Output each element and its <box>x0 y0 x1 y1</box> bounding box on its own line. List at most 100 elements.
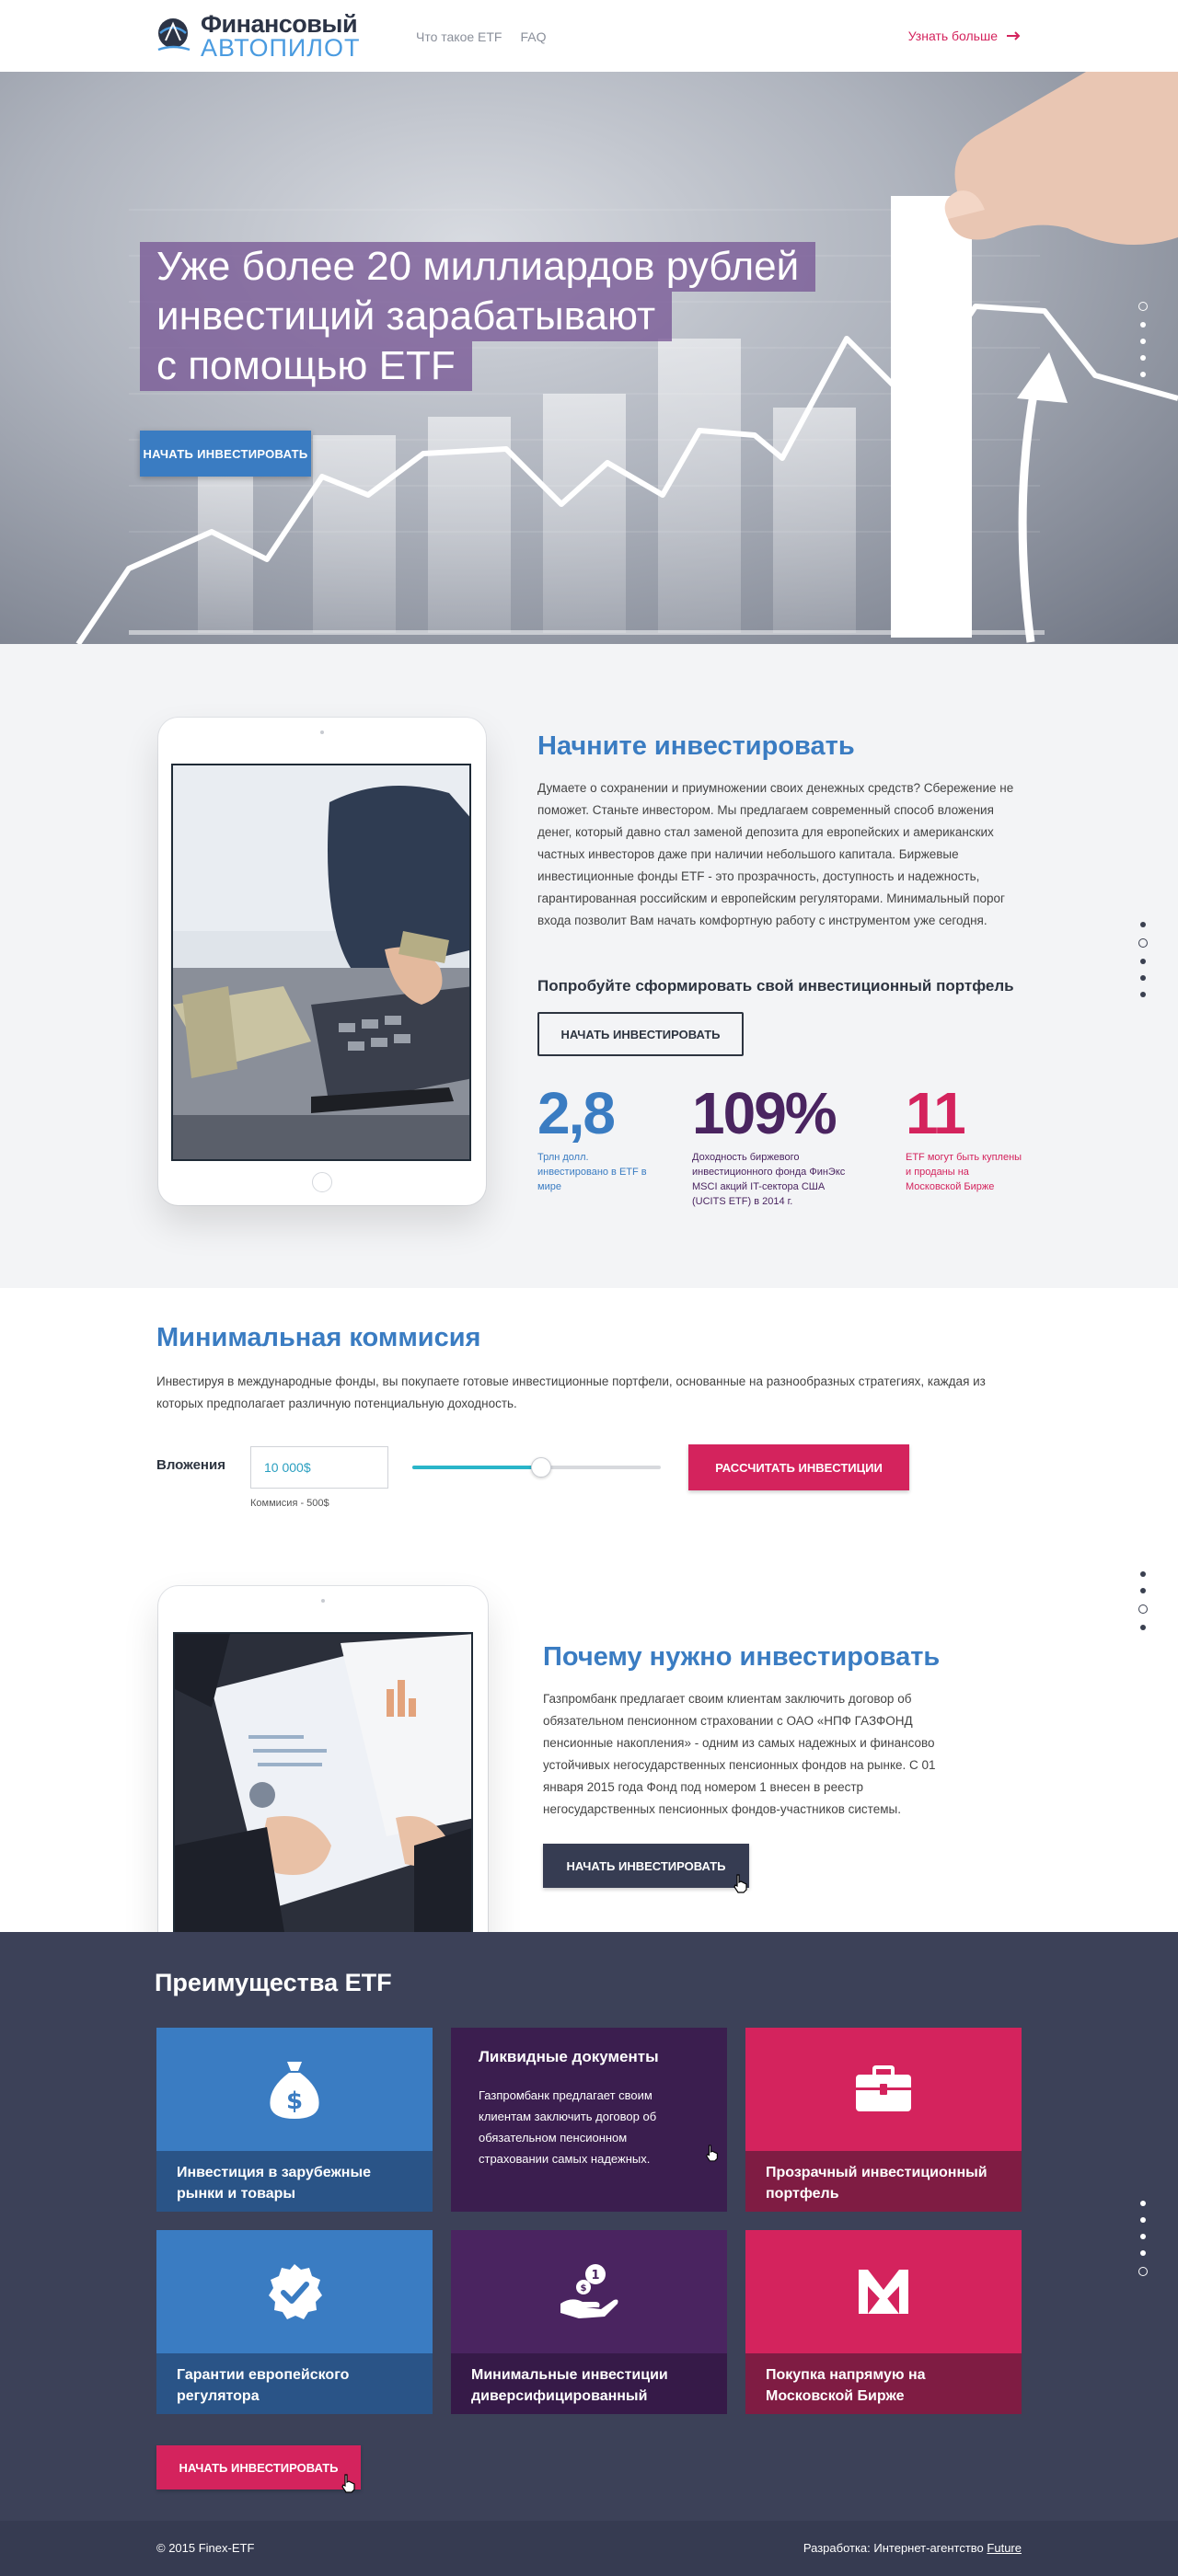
advantage-card[interactable]: Покупка напрямую на Московской Бирже <box>745 2230 1022 2414</box>
logo-subtitle: АВТОПИЛОТ <box>201 33 361 62</box>
slider-fill <box>412 1466 542 1469</box>
commission-section: Минимальная коммисия Инвестируя в междун… <box>0 1288 1178 1564</box>
developer-link[interactable]: Future <box>987 2541 1022 2555</box>
cursor-hand-icon <box>733 1874 747 1893</box>
advantages-start-investing-button[interactable]: НАЧАТЬ ИНВЕСТИРОВАТЬ <box>156 2445 361 2490</box>
advantage-card-label: Гарантии европейского регулятора <box>156 2353 433 2414</box>
tablet-home-button <box>312 1172 332 1192</box>
copyright: © 2015 Finex-ETF <box>156 2541 255 2555</box>
section-dot[interactable] <box>1140 1571 1146 1577</box>
section-dot[interactable] <box>1140 372 1146 377</box>
moex-icon <box>859 2270 908 2314</box>
logo-globe-icon <box>156 17 191 55</box>
icon-wrap: 1 $ <box>451 2230 727 2353</box>
section-nav-dots <box>1138 922 1148 997</box>
invest-title: Начните инвестировать <box>537 731 855 761</box>
svg-text:1: 1 <box>591 2269 599 2283</box>
invest-subtitle: Попробуйте сформировать свой инвестицион… <box>537 977 1014 995</box>
learn-more-label: Узнать больше <box>907 29 998 43</box>
hero-title-line-3: с помощью ETF <box>140 341 472 391</box>
learn-more-link[interactable]: Узнать больше <box>908 29 1022 43</box>
documents-photo <box>173 1632 473 1932</box>
nav-faq[interactable]: FAQ <box>521 29 547 44</box>
stat-value: 109% <box>692 1080 837 1146</box>
section-dot[interactable] <box>1140 2201 1146 2206</box>
advantage-card-label: Инвестиция в зарубежные рынки и товары <box>156 2151 433 2212</box>
money-photo <box>171 764 471 1161</box>
icon-wrap: $ <box>156 2028 433 2151</box>
why-invest-section: Почему нужно инвестировать Газпромбанк п… <box>0 1564 1178 1932</box>
section-dot[interactable] <box>1140 2217 1146 2223</box>
section-dot[interactable] <box>1140 1588 1146 1593</box>
section-dot[interactable] <box>1140 339 1146 344</box>
section-dot-active[interactable] <box>1138 938 1148 948</box>
hero-title: Уже более 20 миллиардов рублей инвестици… <box>140 242 816 391</box>
advantage-card[interactable]: Гарантии европейского регулятора <box>156 2230 433 2414</box>
stat-value: 11 <box>906 1080 966 1146</box>
section-dot[interactable] <box>1140 992 1146 997</box>
invest-start-button[interactable]: НАЧАТЬ ИНВЕСТИРОВАТЬ <box>537 1012 744 1056</box>
stat-label: ETF могут быть куплены и проданы на Моск… <box>906 1152 1022 1192</box>
tablet-mockup <box>158 718 486 1205</box>
advantage-card[interactable]: $ Инвестиция в зарубежные рынки и товары <box>156 2028 433 2212</box>
section-dot[interactable] <box>1140 959 1146 964</box>
hero-start-investing-button[interactable]: НАЧАТЬ ИНВЕСТИРОВАТЬ <box>140 431 311 477</box>
commission-title: Минимальная коммисия <box>156 1323 481 1352</box>
advantage-card-label: Минимальные инвестиции диверсифицированн… <box>451 2353 727 2414</box>
section-nav-dots <box>1138 2201 1148 2276</box>
advantage-card[interactable]: Прозрачный инвестиционный портфель <box>745 2028 1022 2212</box>
etf-advantages-section: Преимущества ETF $ Инвестиция в зарубежн… <box>0 1932 1178 2521</box>
logo[interactable]: Финансовый АВТОПИЛОТ <box>156 9 361 62</box>
cursor-hand-icon <box>706 2145 718 2162</box>
commission-note: Коммисия - 500$ <box>250 1498 329 1509</box>
why-start-investing-button[interactable]: НАЧАТЬ ИНВЕСТИРОВАТЬ <box>543 1844 749 1888</box>
section-nav-dots <box>1138 302 1148 377</box>
advantage-card-title: Ликвидные документы <box>479 2048 659 2065</box>
tablet-camera <box>321 1599 325 1603</box>
developer-prefix: Разработка: Интернет-агентство <box>803 2541 984 2555</box>
section-dot[interactable] <box>1140 1625 1146 1630</box>
section-dot[interactable] <box>1140 322 1146 328</box>
slider-thumb[interactable] <box>531 1457 552 1478</box>
tablet-camera <box>320 730 324 734</box>
stat-label: Трлн долл. инвестировано в ETF в мире <box>537 1152 647 1192</box>
advantage-card-text: Газпромбанк предлагает своим клиентам за… <box>479 2088 657 2166</box>
calculate-investments-button[interactable]: РАССЧИТАТЬ ИНВЕСТИЦИИ <box>688 1444 909 1490</box>
arrow-right-icon <box>1007 31 1021 40</box>
icon-wrap <box>745 2028 1022 2151</box>
investment-amount-input[interactable] <box>250 1446 388 1489</box>
site-footer: © 2015 Finex-ETF Разработка: Интернет-аг… <box>0 2521 1178 2576</box>
logo-title: Финансовый <box>201 9 358 38</box>
start-investing-section: Начните инвестировать Думаете о сохранен… <box>0 644 1178 1288</box>
stat-item: 2,8 Трлн долл. инвестировано в ETF в мир… <box>537 1084 657 1194</box>
invest-paragraph: Думаете о сохранении и приумножении свои… <box>537 781 1014 927</box>
hero-title-line-1: Уже более 20 миллиардов рублей <box>140 242 816 292</box>
section-dot-active[interactable] <box>1138 1604 1148 1614</box>
section-dot[interactable] <box>1140 2234 1146 2239</box>
section-nav-dots <box>1138 1564 1148 1630</box>
svg-text:$: $ <box>581 2283 587 2294</box>
section-dot[interactable] <box>1140 355 1146 361</box>
icon-wrap <box>156 2230 433 2353</box>
investment-label: Вложения <box>156 1457 225 1473</box>
section-dot-active[interactable] <box>1138 302 1148 311</box>
advantages-title: Преимущества ETF <box>155 1969 392 1996</box>
advantage-card-hover[interactable]: Ликвидные документы Газпромбанк предлага… <box>451 2028 727 2212</box>
main-nav: Что такое ETF FAQ <box>416 29 547 44</box>
section-dot[interactable] <box>1140 922 1146 927</box>
why-invest-title: Почему нужно инвестировать <box>543 1642 941 1672</box>
advantage-card-label: Покупка напрямую на Московской Бирже <box>745 2353 1022 2414</box>
stat-item: 11 ETF могут быть куплены и проданы на М… <box>906 1084 1025 1194</box>
section-dot[interactable] <box>1140 2250 1146 2256</box>
stat-item: 109% Доходность биржевого инвестиционног… <box>692 1084 858 1209</box>
section-dot[interactable] <box>1140 975 1146 981</box>
investment-slider[interactable] <box>412 1457 661 1478</box>
svg-text:$: $ <box>286 2087 303 2115</box>
commission-paragraph: Инвестируя в международные фонды, вы пок… <box>156 1374 986 1410</box>
hero-section: Уже более 20 миллиардов рублей инвестици… <box>0 72 1178 644</box>
hand-coin-icon: 1 $ <box>560 2264 618 2318</box>
section-dot-active[interactable] <box>1138 2267 1148 2276</box>
why-invest-paragraph: Газпромбанк предлагает своим клиентам за… <box>543 1692 936 1816</box>
advantage-card[interactable]: 1 $ Минимальные инвестиции диверсифициро… <box>451 2230 727 2414</box>
nav-what-is-etf[interactable]: Что такое ETF <box>416 29 502 44</box>
